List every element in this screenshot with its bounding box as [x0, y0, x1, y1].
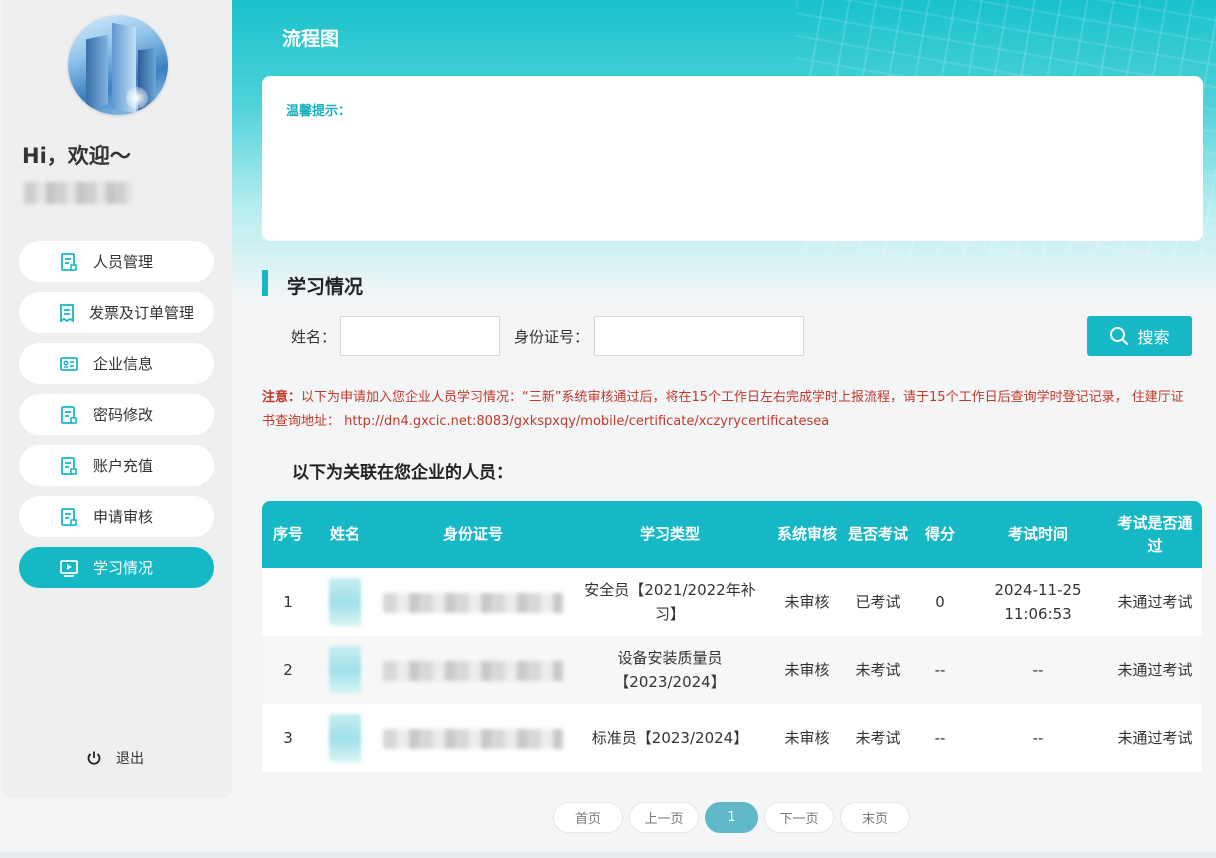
cell-exam-time: 2024-11-25 11:06:53	[968, 568, 1108, 636]
cell-study-type: 设备安装质量员【2023/2024】	[570, 636, 770, 704]
cell-id-redacted	[376, 568, 570, 636]
tip-label: 温馨提示：	[286, 104, 352, 119]
sidebar-item-label: 密码修改	[93, 406, 154, 424]
id-label: 身份证号：	[514, 328, 590, 346]
sidebar-item-label: 申请审核	[93, 508, 154, 526]
study-table: 序号 姓名 身份证号 学习类型 系统审核 是否考试 得分 考试时间 考试是否通过…	[262, 501, 1202, 772]
invoice-icon	[60, 303, 74, 323]
username-redacted	[24, 182, 132, 204]
id-card-icon	[60, 356, 78, 371]
cell-audit: 未审核	[770, 636, 844, 704]
notice-body: 以下为申请加入您企业人员学习情况：“三新”系统审核通过后，将在15个工作日左右完…	[262, 390, 1184, 429]
section-accent-bar	[262, 270, 268, 296]
id-number-input[interactable]	[594, 316, 804, 356]
section-title: 学习情况	[287, 276, 364, 298]
cell-passed: 未通过考试	[1108, 568, 1202, 636]
header-exam-time: 考试时间	[968, 501, 1108, 568]
pagination-last[interactable]: 末页	[840, 802, 910, 833]
avatar[interactable]	[68, 15, 168, 115]
power-icon	[87, 751, 101, 765]
sidebar-item-label: 发票及订单管理	[89, 304, 195, 322]
sidebar-item-review[interactable]: 申请审核	[19, 496, 214, 537]
table-row: 1 安全员【2021/2022年补习】 未审核 已考试 0 2024-11-25…	[262, 568, 1202, 636]
cell-no: 1	[262, 568, 314, 636]
cell-score: 0	[912, 568, 968, 636]
table-row: 2 设备安装质量员【2023/2024】 未审核 未考试 -- -- 未通过考试	[262, 636, 1202, 704]
cell-exam: 未考试	[844, 636, 912, 704]
cell-no: 3	[262, 704, 314, 772]
header-passed: 考试是否通过	[1108, 501, 1202, 568]
pagination-first[interactable]: 首页	[553, 802, 623, 833]
sidebar-item-label: 人员管理	[93, 253, 154, 271]
logout-label: 退出	[116, 751, 144, 767]
sidebar-item-study[interactable]: 学习情况	[19, 547, 214, 588]
table-row: 3 标准员【2023/2024】 未审核 未考试 -- -- 未通过考试	[262, 704, 1202, 772]
cell-id-redacted	[376, 704, 570, 772]
sidebar-item-label: 账户充值	[93, 457, 154, 475]
cell-audit: 未审核	[770, 704, 844, 772]
cell-exam: 已考试	[844, 568, 912, 636]
cell-exam-time: --	[968, 636, 1108, 704]
user-doc-icon	[61, 456, 77, 475]
sidebar-item-label: 企业信息	[93, 355, 154, 373]
play-screen-icon	[60, 559, 78, 577]
cell-name-redacted	[314, 704, 376, 772]
notice-prefix: 注意：	[262, 390, 302, 405]
cell-exam-time: --	[968, 704, 1108, 772]
header-study-type: 学习类型	[570, 501, 770, 568]
cell-no: 2	[262, 636, 314, 704]
header-score: 得分	[912, 501, 968, 568]
search-button[interactable]: 搜索	[1087, 316, 1192, 356]
table-header-row: 序号 姓名 身份证号 学习类型 系统审核 是否考试 得分 考试时间 考试是否通过	[262, 501, 1202, 568]
sidebar-item-label: 学习情况	[93, 559, 154, 577]
cell-id-redacted	[376, 636, 570, 704]
name-input[interactable]	[340, 316, 500, 356]
cell-name-redacted	[314, 568, 376, 636]
pagination-next[interactable]: 下一页	[764, 802, 834, 833]
name-label: 姓名：	[291, 328, 337, 346]
sidebar-item-company[interactable]: 企业信息	[19, 343, 214, 384]
page-title: 流程图	[282, 28, 340, 50]
cell-score: --	[912, 704, 968, 772]
cell-audit: 未审核	[770, 568, 844, 636]
cell-study-type: 标准员【2023/2024】	[570, 704, 770, 772]
bottom-strip	[0, 852, 1216, 858]
user-doc-icon	[61, 405, 77, 424]
header-id-number: 身份证号	[376, 501, 570, 568]
header-no: 序号	[262, 501, 314, 568]
cell-score: --	[912, 636, 968, 704]
header-audit: 系统审核	[770, 501, 844, 568]
pagination-prev[interactable]: 上一页	[629, 802, 699, 833]
pagination-current[interactable]: 1	[705, 802, 758, 833]
sidebar-item-password[interactable]: 密码修改	[19, 394, 214, 435]
header-exam: 是否考试	[844, 501, 912, 568]
notice-text: 注意：以下为申请加入您企业人员学习情况：“三新”系统审核通过后，将在15个工作日…	[262, 386, 1192, 434]
user-doc-icon	[61, 507, 77, 526]
cell-study-type: 安全员【2021/2022年补习】	[570, 568, 770, 636]
sidebar-item-personnel[interactable]: 人员管理	[19, 241, 214, 282]
cell-passed: 未通过考试	[1108, 704, 1202, 772]
logout-button[interactable]: 退出	[86, 748, 144, 768]
search-button-label: 搜索	[1137, 328, 1170, 347]
user-doc-icon	[61, 252, 77, 271]
sidebar-item-recharge[interactable]: 账户充值	[19, 445, 214, 486]
greeting: Hi，欢迎～	[22, 144, 131, 168]
sidebar: Hi，欢迎～ 人员管理 发票及订单管理 企业信息 密码修改 账户充值 申请审核 …	[2, 0, 232, 798]
tip-card: 温馨提示：	[262, 76, 1203, 241]
cell-exam: 未考试	[844, 704, 912, 772]
header-name: 姓名	[314, 501, 376, 568]
related-persons-title: 以下为关联在您企业的人员：	[292, 463, 513, 483]
sidebar-item-invoice[interactable]: 发票及订单管理	[19, 292, 214, 333]
cell-passed: 未通过考试	[1108, 636, 1202, 704]
cell-name-redacted	[314, 636, 376, 704]
search-icon	[1110, 327, 1129, 346]
